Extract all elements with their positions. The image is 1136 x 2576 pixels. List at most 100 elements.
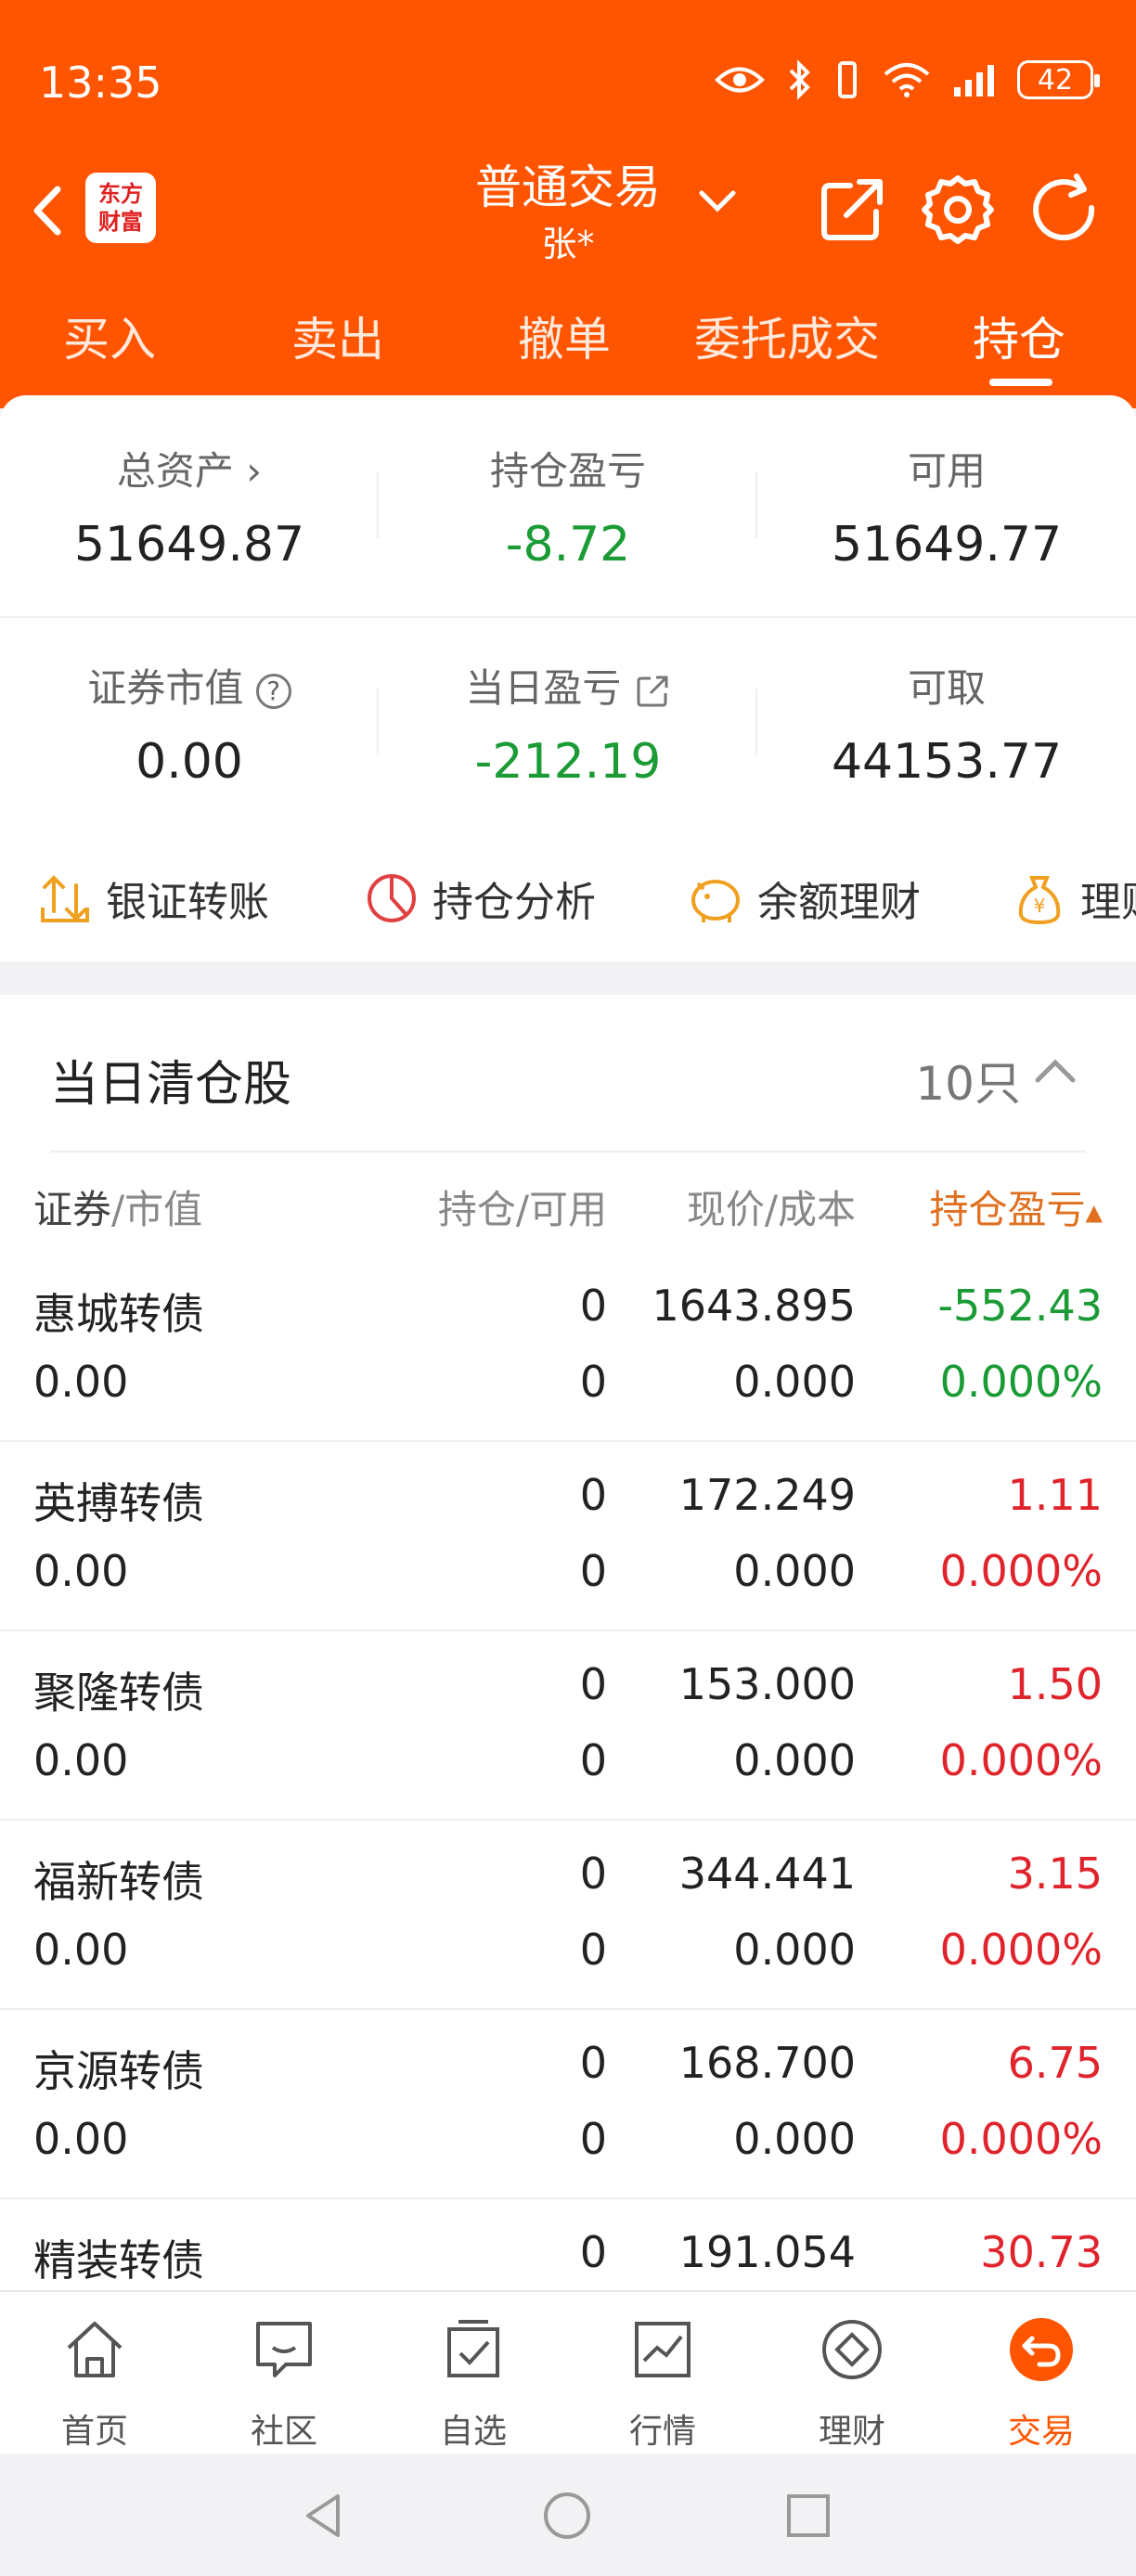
wifi-icon: [884, 63, 930, 97]
available-value: 51649.77: [831, 517, 1063, 573]
vibrate-icon: [838, 61, 857, 98]
market-value: 证券市值 ? 0.00: [0, 657, 379, 790]
section-title: 当日清仓股: [50, 1057, 292, 1113]
balance-finance-button[interactable]: 余额理财: [687, 835, 921, 961]
market-value: 0.00: [33, 1735, 129, 1785]
position-pl-pct: 0.000%: [939, 1546, 1103, 1596]
available-label: 可用: [907, 448, 986, 494]
nav-finance[interactable]: 理财: [787, 2314, 917, 2453]
money-bag-icon: ¥: [1018, 876, 1061, 925]
daily-pl-label: 当日盈亏: [465, 665, 622, 711]
bank-transfer-button[interactable]: 银证转账: [37, 835, 269, 961]
total-assets[interactable]: 总资产 › 51649.87: [0, 440, 379, 573]
security-name: 精装转债: [33, 2235, 204, 2286]
cost-price: 0.000: [733, 1925, 856, 1975]
daily-pl-value: -212.19: [474, 734, 662, 790]
available-qty: 0: [579, 1357, 607, 1407]
chevron-up-icon[interactable]: [1032, 1054, 1078, 1088]
position-pl: 30.73: [980, 2227, 1103, 2277]
position-qty: 0: [579, 1659, 607, 1709]
position-pl-pct: 0.000%: [939, 2114, 1103, 2164]
market-value: 0.00: [33, 1925, 129, 1975]
system-nav-bar: [0, 2454, 1136, 2576]
col-price[interactable]: 现价/成本: [687, 1179, 856, 1235]
nav-market[interactable]: 行情: [598, 2314, 728, 2453]
bank-transfer-label: 银证转账: [106, 879, 269, 926]
position-analysis-button[interactable]: 持仓分析: [364, 835, 596, 961]
position-qty: 0: [579, 1281, 607, 1331]
position-pl: 1.50: [1007, 1659, 1103, 1709]
position-pl-pct: 0.000%: [939, 1735, 1103, 1785]
sort-icon: ▲: [1085, 1199, 1103, 1226]
cost-price: 0.000: [733, 1357, 856, 1407]
table-row[interactable]: 英搏转债 0.00 0 0 172.249 0.000 1.11 0.000%: [0, 1442, 1136, 1631]
total-assets-label: 总资产: [116, 448, 234, 494]
bottom-nav: 首页 社区 自选 行情 理财 交易: [0, 2290, 1136, 2454]
nav-watchlist[interactable]: 自选: [408, 2314, 538, 2453]
bluetooth-icon: [789, 59, 810, 100]
tab-buy[interactable]: 买入: [63, 303, 156, 369]
position-qty: 0: [579, 1470, 607, 1520]
current-price: 191.054: [678, 2227, 856, 2277]
position-pl: -552.43: [937, 1281, 1103, 1331]
table-row[interactable]: 福新转债 0.00 0 0 344.441 0.000 3.15 0.000%: [0, 1821, 1136, 2010]
tab-cancel[interactable]: 撤单: [518, 303, 611, 369]
divider: [50, 1151, 1086, 1153]
col-pl[interactable]: 持仓盈亏▲: [930, 1179, 1103, 1235]
available-qty: 0: [579, 2114, 607, 2164]
position-qty: 0: [579, 2038, 607, 2088]
current-price: 168.700: [678, 2038, 856, 2088]
table-row[interactable]: 聚隆转债 0.00 0 0 153.000 0.000 1.50 0.000%: [0, 1631, 1136, 1821]
finance-button[interactable]: ¥ 理财: [1012, 835, 1136, 961]
share-icon[interactable]: [813, 171, 891, 249]
app-screen: { "status_bar": { "time": "13:35", "batt…: [0, 0, 1136, 2576]
tab-sell[interactable]: 卖出: [291, 303, 384, 369]
table-row[interactable]: 京源转债 0.00 0 0 168.700 0.000 6.75 0.000%: [0, 2010, 1136, 2199]
market-value: 0.00: [33, 1546, 129, 1596]
battery-icon: 42: [1017, 60, 1100, 99]
checkbox-icon: [447, 2320, 499, 2377]
available: 可用 51649.77: [757, 440, 1136, 573]
current-price: 1643.895: [652, 1281, 857, 1331]
refresh-icon[interactable]: [1025, 171, 1103, 249]
pie-chart-icon: [368, 874, 416, 922]
piggy-bank-icon: [691, 880, 740, 922]
col-pl-label: 持仓盈亏: [929, 1187, 1086, 1232]
position-pl-pct: 0.000%: [939, 1925, 1103, 1975]
table-row[interactable]: 精装转债 0 191.054 30.73: [0, 2199, 1136, 2294]
daily-pl[interactable]: 当日盈亏 -212.19: [379, 657, 757, 790]
tab-positions[interactable]: 持仓: [973, 303, 1065, 369]
nav-home-circle-icon[interactable]: [542, 2491, 592, 2541]
trade-tabs: 买入 卖出 撤单 委托成交 持仓: [0, 303, 1136, 377]
divider: [0, 616, 1136, 618]
holdings-count: 10只: [915, 1057, 1021, 1111]
external-link-icon: [637, 676, 668, 706]
trade-icon: [1010, 2318, 1073, 2381]
col-position[interactable]: 持仓/可用: [438, 1179, 607, 1235]
available-qty: 0: [579, 1546, 607, 1596]
position-pl-pct: 0.000%: [939, 1357, 1103, 1407]
nav-trade-label: 交易: [1007, 2413, 1075, 2451]
nav-finance-label: 理财: [818, 2413, 885, 2451]
nav-community[interactable]: 社区: [219, 2314, 349, 2453]
gear-icon[interactable]: [919, 171, 997, 249]
position-qty: 0: [579, 2227, 607, 2277]
nav-home[interactable]: 首页: [30, 2314, 160, 2453]
current-price: 344.441: [678, 1848, 856, 1899]
help-icon[interactable]: ?: [255, 673, 291, 709]
position-pl-value: -8.72: [505, 517, 631, 573]
svg-text:¥: ¥: [1034, 895, 1046, 917]
balance-finance-label: 余额理财: [757, 879, 921, 926]
market-value-label: 证券市值: [87, 665, 244, 711]
position-analysis-label: 持仓分析: [432, 879, 596, 926]
position-pl-label: 持仓盈亏: [489, 448, 646, 494]
chevron-right-icon: ›: [246, 448, 263, 494]
cost-price: 0.000: [733, 1735, 856, 1785]
tab-orders[interactable]: 委托成交: [694, 303, 880, 369]
table-row[interactable]: 惠城转债 0.00 0 0 1643.895 0.000 -552.43 0.000%: [0, 1253, 1136, 1442]
nav-trade[interactable]: 交易: [976, 2314, 1106, 2453]
nav-recents-icon[interactable]: [785, 2492, 832, 2539]
cost-price: 0.000: [733, 2114, 856, 2164]
quick-actions: 银证转账 持仓分析 余额理财 ¥ 理财: [0, 835, 1136, 961]
nav-back-icon[interactable]: [299, 2491, 349, 2541]
